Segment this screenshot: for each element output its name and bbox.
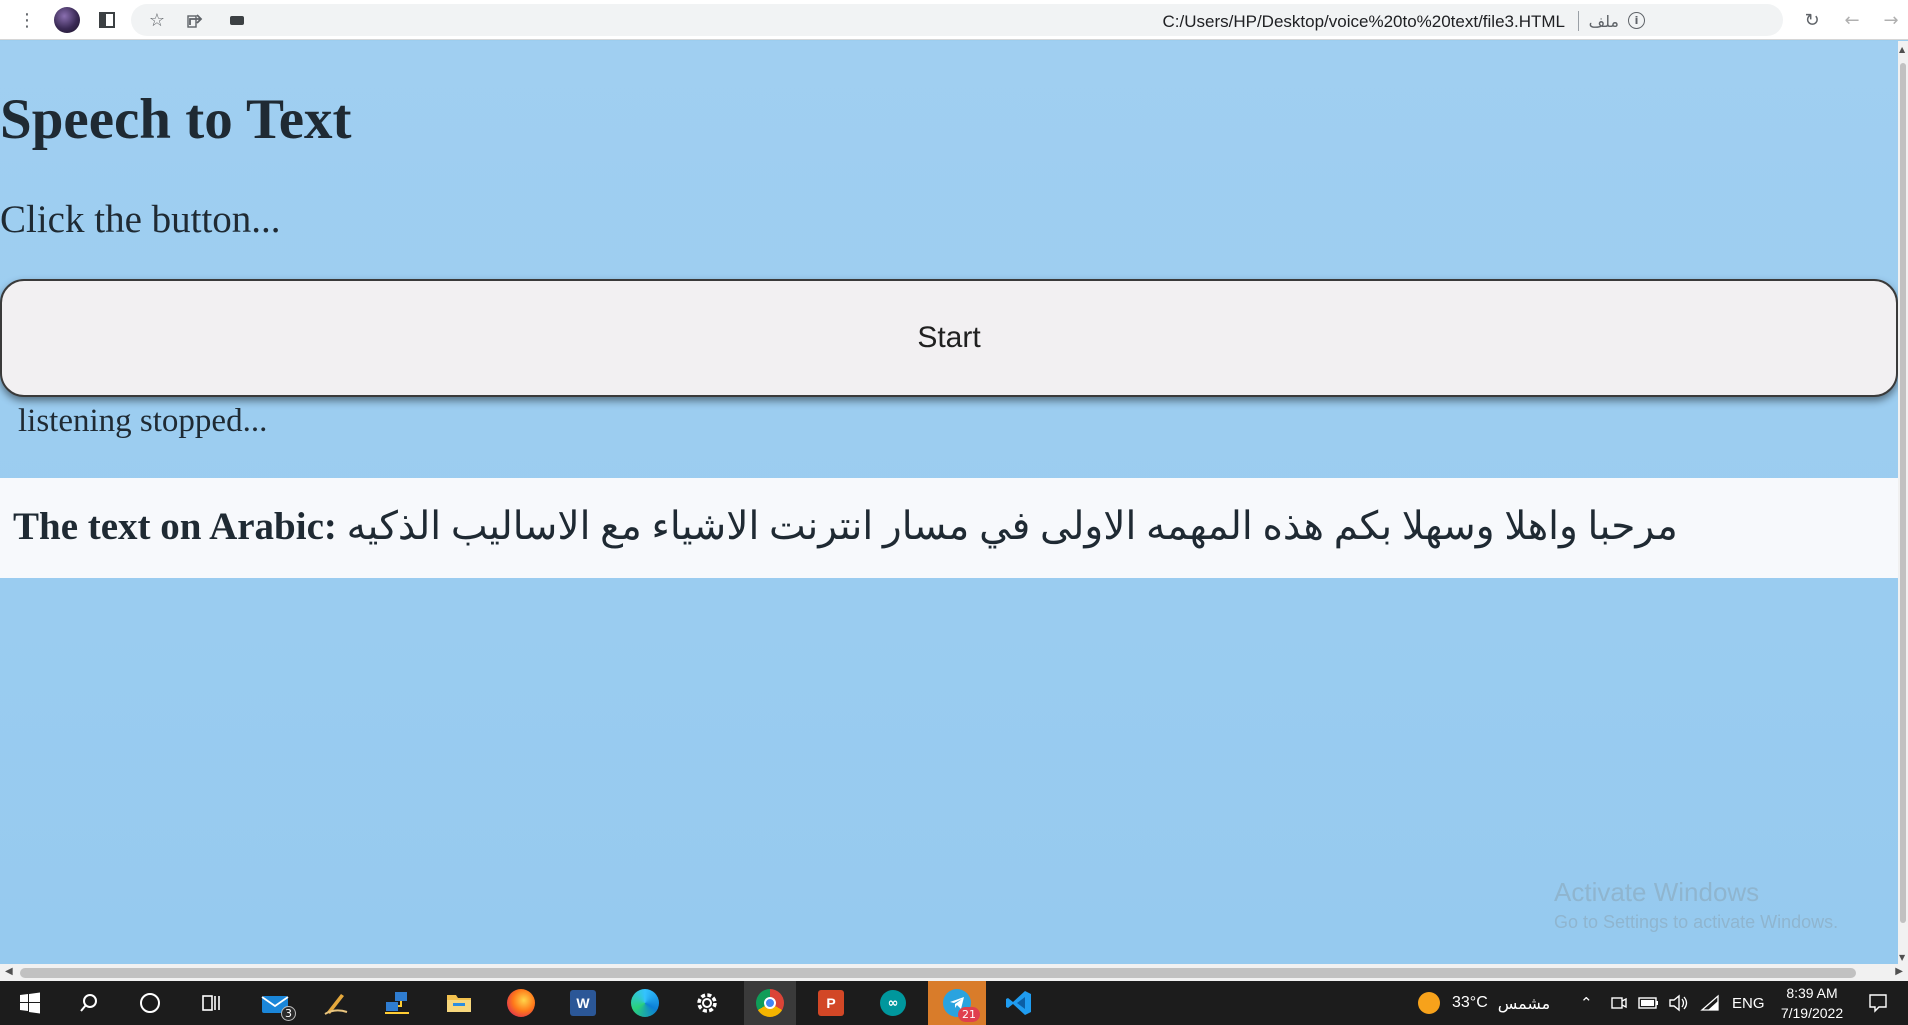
language-indicator[interactable]: ENG [1732,981,1765,1025]
horizontal-scrollbar[interactable]: ◀ ▶ [0,964,1908,981]
arduino-logo: ∞ [880,990,906,1016]
clock-date: 7/19/2022 [1780,1005,1844,1021]
taskbar-chrome-icon[interactable] [744,981,796,1025]
battery-icon[interactable] [1638,981,1660,1025]
page-content: Speech to Text Click the button... Start… [0,41,1898,964]
browser-toolbar: ⋮ ☆ C:/Users/HP/Desktop/voice%20to%20tex… [0,0,1908,40]
reload-glyph: ↻ [1804,9,1820,31]
clock[interactable]: 8:39 AM 7/19/2022 [1776,981,1848,1025]
forward-icon[interactable]: → [1878,7,1904,33]
search-icon[interactable] [64,981,114,1025]
menu-glyph: ⋮ [18,9,36,31]
site-label: ملف [1588,12,1619,31]
powerpoint-logo: P [818,990,844,1016]
weather-condition: مشمس [1497,993,1551,1013]
url-text[interactable]: C:/Users/HP/Desktop/voice%20to%20text/fi… [1163,12,1566,32]
cortana-icon[interactable] [125,981,175,1025]
share-icon[interactable] [184,7,210,33]
language-text: ENG [1732,994,1765,1012]
taskbar-file-explorer-icon[interactable] [434,981,484,1025]
scroll-down-icon[interactable]: ▼ [1899,953,1905,962]
star-glyph: ☆ [148,9,166,31]
taskbar-firefox-icon[interactable] [496,981,546,1025]
side-panel-icon[interactable] [94,7,120,33]
meet-now-icon[interactable] [1610,981,1628,1025]
start-button[interactable]: Start [0,279,1898,397]
taskbar-mail-icon[interactable]: 3 [250,981,300,1025]
page-title: Speech to Text [0,88,352,151]
watermark-title: Activate Windows [1554,877,1760,907]
clock-time: 8:39 AM [1786,985,1838,1001]
address-bar[interactable]: ☆ C:/Users/HP/Desktop/voice%20to%20text/… [131,4,1783,36]
scroll-up-icon[interactable]: ▲ [1899,45,1905,54]
taskbar-pen-icon[interactable] [311,981,361,1025]
taskbar-word-icon[interactable]: W [558,981,608,1025]
taskbar-telegram-icon[interactable]: 21 [928,981,986,1025]
taskbar-network-app-icon[interactable] [372,981,422,1025]
weather-temperature: 33°C [1452,994,1488,1011]
chevron-up-icon: ⌃ [1580,995,1593,1012]
reload-icon[interactable]: ↻ [1799,7,1825,33]
chrome-logo-center [764,997,776,1009]
back-icon[interactable]: ← [1839,7,1865,33]
taskbar: 3 W P ∞ 21 33°C مشمس ⌃ ENG 8:39 AM 7/19/… [0,981,1908,1025]
firefox-logo [507,989,535,1017]
notification-center-icon[interactable] [1868,981,1888,1025]
result-label: The text on Arabic: [13,505,337,548]
edge-logo [631,989,659,1017]
vertical-scroll-thumb[interactable] [1900,63,1906,923]
taskbar-settings-icon[interactable] [682,981,732,1025]
browser-menu-icon[interactable]: ⋮ [14,7,40,33]
activate-windows-watermark: Activate Windows Go to Settings to activ… [1554,877,1838,933]
extension-icon[interactable] [224,7,250,33]
volume-icon[interactable] [1668,981,1690,1025]
result-box: The text on Arabic: مرحبا واهلا وسهلا بك… [0,478,1898,578]
taskbar-vscode-icon[interactable] [994,981,1044,1025]
word-logo: W [570,990,596,1016]
cortana-circle [140,993,160,1013]
vertical-scrollbar[interactable]: ▲ ▼ [1898,41,1908,964]
bookmark-star-icon[interactable]: ☆ [144,7,170,33]
back-glyph: ← [1844,9,1860,31]
start-menu-icon[interactable] [5,981,55,1025]
scroll-left-icon[interactable]: ◀ [5,966,13,977]
telegram-badge: 21 [958,1007,980,1022]
taskbar-powerpoint-icon[interactable]: P [806,981,856,1025]
mail-badge: 3 [281,1006,296,1021]
watermark-subtitle: Go to Settings to activate Windows. [1554,912,1839,932]
url-separator [1578,11,1579,31]
result-line: The text on Arabic: مرحبا واهلا وسهلا بك… [13,504,1678,549]
horizontal-scroll-thumb[interactable] [20,968,1856,978]
weather-widget[interactable]: 33°C مشمس [1418,981,1550,1025]
instruction-text: Click the button... [0,198,281,241]
avatar [54,7,80,33]
chrome-logo [756,989,784,1017]
task-view-icon[interactable] [186,981,236,1025]
scroll-right-icon[interactable]: ▶ [1895,966,1903,977]
show-hidden-icons[interactable]: ⌃ [1580,981,1593,1025]
result-text: مرحبا واهلا وسهلا بكم هذه المهمه الاولى … [346,505,1678,548]
sun-icon [1418,992,1440,1014]
info-glyph: i [1634,14,1639,27]
forward-glyph: → [1883,9,1899,31]
wifi-icon[interactable] [1700,981,1720,1025]
status-text: listening stopped... [18,403,268,439]
site-info-icon[interactable]: i [1628,12,1645,29]
profile-avatar[interactable] [54,7,80,33]
taskbar-edge-icon[interactable] [620,981,670,1025]
taskbar-arduino-icon[interactable]: ∞ [868,981,918,1025]
